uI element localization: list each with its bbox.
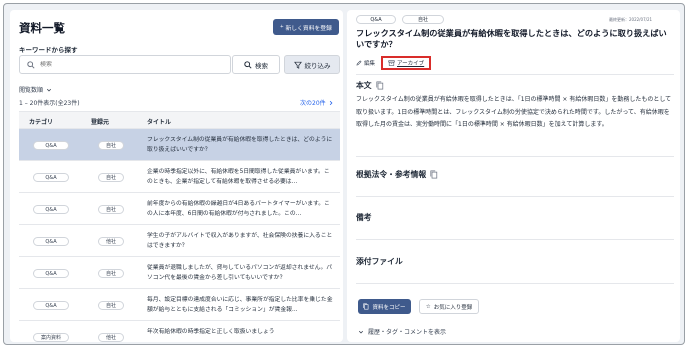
source-badge: 自社 <box>98 173 124 182</box>
table-row[interactable]: Q&A 自社 毎月、設定目標の達成度合いに応じ、事業所が指定した比率を乗じた金額… <box>19 289 340 321</box>
column-header-title: タイトル <box>147 119 172 126</box>
edit-link[interactable]: 編集 <box>356 59 375 67</box>
search-button[interactable]: 検索 <box>232 55 280 74</box>
copy-icon[interactable] <box>430 170 438 179</box>
attachments-heading: 添付ファイル <box>356 257 403 266</box>
body-heading-text: 本文 <box>356 81 372 90</box>
law-heading: 根拠法令・参考情報 <box>356 169 438 180</box>
document-list-panel: 資料一覧 + 新しく資料を登録 キーワードから探す 検索 絞り込み 閲覧数順 <box>10 10 343 342</box>
archive-link[interactable]: アーカイブ <box>381 56 432 70</box>
category-badge: Q&A <box>33 237 69 246</box>
law-heading-text: 根拠法令・参考情報 <box>356 170 427 179</box>
sort-dropdown[interactable]: 閲覧数順 <box>19 85 52 94</box>
table-header: カテゴリ 登録元 タイトル <box>19 111 340 129</box>
source-badge: 他社 <box>98 237 124 246</box>
search-button-label: 検索 <box>255 61 268 70</box>
chevron-down-icon <box>46 87 52 93</box>
table-row[interactable]: 案内資料 他社 年次有給休暇の時季指定と正しく取扱いましょう <box>19 321 340 342</box>
category-badge: Q&A <box>33 173 69 182</box>
source-badge: 自社 <box>98 269 124 278</box>
divider <box>356 196 674 197</box>
result-count: 1 – 20件表示(全23件) <box>19 100 80 107</box>
source-badge: 自社 <box>98 301 124 310</box>
archive-icon <box>388 60 395 66</box>
new-document-button[interactable]: + 新しく資料を登録 <box>273 19 339 35</box>
source-badge: 自社 <box>98 205 124 214</box>
document-actions: 編集 アーカイブ <box>356 56 432 70</box>
favorite-button[interactable]: ☆ お気に入り登録 <box>419 299 479 314</box>
star-icon: ☆ <box>425 303 431 310</box>
document-table: Q&A 自社 フレックスタイム制の従業員が有給休暇を取得したときは、どのように取… <box>19 129 340 342</box>
sort-label: 閲覧数順 <box>19 87 44 94</box>
search-icon <box>244 60 252 69</box>
source-badge: 他社 <box>98 333 124 342</box>
row-title: 年次有給休暇の時季指定と正しく取扱いましょう <box>147 329 275 335</box>
column-header-source: 登録元 <box>91 119 110 126</box>
copy-icon[interactable] <box>376 81 384 90</box>
body-heading: 本文 <box>356 80 384 91</box>
table-row[interactable]: Q&A 他社 学生の子がアルバイトで収入がありますが、社会保険の扶養に入ることは… <box>19 225 340 257</box>
favorite-label: お気に入り登録 <box>433 304 473 311</box>
divider <box>356 74 674 75</box>
source-tag: 自社 <box>402 15 444 24</box>
copy-icon <box>363 303 369 310</box>
table-row[interactable]: Q&A 自社 従業員が退職しましたが、貸与しているパソコンが返却されません。パソ… <box>19 257 340 289</box>
category-badge: 案内資料 <box>33 333 69 342</box>
new-document-label: 新しく資料を登録 <box>285 25 332 32</box>
row-title: 企業の時季指定以外に、有給休暇を5日間取得した従業員がいます。このときも、企業が… <box>147 169 330 185</box>
chevron-right-icon <box>328 100 334 106</box>
keyword-label: キーワードから探す <box>19 46 78 54</box>
source-badge: 自社 <box>98 141 124 150</box>
divider <box>356 283 674 284</box>
search-input[interactable] <box>40 61 220 68</box>
category-badge: Q&A <box>33 205 69 214</box>
table-row[interactable]: Q&A 自社 企業の時季指定以外に、有給休暇を5日間取得した従業員がいます。この… <box>19 161 340 193</box>
document-title: フレックスタイム制の従業員が有給休暇を取得したときは、どのように取り扱えばいいで… <box>356 28 667 49</box>
copy-document-button[interactable]: 資料をコピー <box>358 299 411 314</box>
next-page-link[interactable]: 次の20件 <box>300 98 334 107</box>
category-badge: Q&A <box>33 269 69 278</box>
search-box <box>19 55 231 74</box>
notes-heading: 備考 <box>356 213 372 222</box>
filter-button-label: 絞り込み <box>304 61 331 70</box>
row-title: 前年度からの有給休暇の繰越日が4日あるパートタイマーがいます。この人に本年度、6… <box>147 201 330 217</box>
history-toggle-label: 履歴・タグ・コメントを表示 <box>368 329 447 336</box>
category-badge: Q&A <box>33 301 69 310</box>
archive-label: アーカイブ <box>397 61 425 67</box>
divider <box>356 239 674 240</box>
plus-icon: + <box>280 24 284 30</box>
chevron-down-icon <box>358 329 364 335</box>
category-tag: Q&A <box>356 15 396 24</box>
column-header-category: カテゴリ <box>29 119 54 126</box>
last-updated: 最終更新：2022/07/21 <box>609 17 653 22</box>
copy-document-label: 資料をコピー <box>372 304 406 311</box>
page-title: 資料一覧 <box>19 21 65 35</box>
search-icon <box>27 60 35 69</box>
history-toggle[interactable]: 履歴・タグ・コメントを表示 <box>358 327 446 336</box>
app-window: 資料一覧 + 新しく資料を登録 キーワードから探す 検索 絞り込み 閲覧数順 <box>3 3 685 345</box>
row-title: フレックスタイム制の従業員が有給休暇を取得したときは、どのように取り扱えばいいで… <box>147 137 333 153</box>
row-title: 毎月、設定目標の達成度合いに応じ、事業所が指定した比率を乗じた金額が給与とともに… <box>147 297 333 313</box>
pencil-icon <box>356 60 362 66</box>
filter-button[interactable]: 絞り込み <box>284 55 340 74</box>
category-badge: Q&A <box>33 141 69 150</box>
table-row[interactable]: Q&A 自社 フレックスタイム制の従業員が有給休暇を取得したときは、どのように取… <box>19 129 340 161</box>
body-text: フレックスタイム制の従業員が有給休暇を取得したときは、「1日の標準時間 × 有給… <box>356 96 672 128</box>
table-row[interactable]: Q&A 自社 前年度からの有給休暇の繰越日が4日あるパートタイマーがいます。この… <box>19 193 340 225</box>
filter-icon <box>293 61 302 69</box>
document-detail-panel: Q&A 自社 最終更新：2022/07/21 フレックスタイム制の従業員が有給休… <box>347 10 680 342</box>
row-title: 従業員が退職しましたが、貸与しているパソコンが返却されません。パソコン代を最後の… <box>147 265 333 281</box>
edit-label: 編集 <box>364 61 376 67</box>
next-page-label: 次の20件 <box>300 100 326 107</box>
divider <box>356 156 674 157</box>
row-title: 学生の子がアルバイトで収入がありますが、社会保険の扶養に入ることはできますか？ <box>147 233 333 249</box>
